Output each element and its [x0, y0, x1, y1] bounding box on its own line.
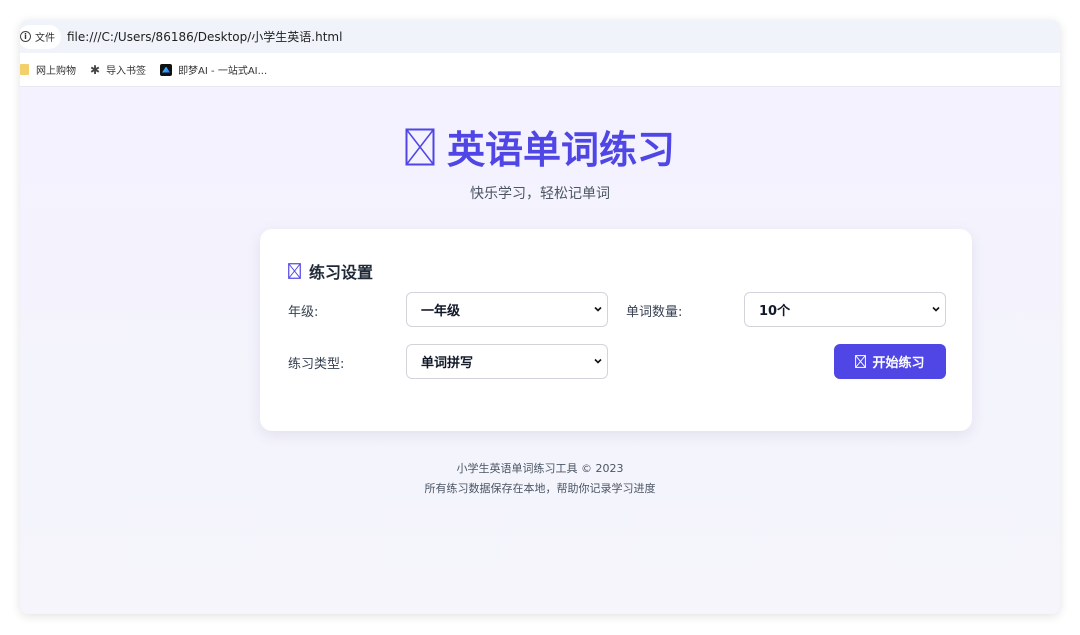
- count-label: 单词数量:: [626, 305, 683, 320]
- bookmarks-bar: 网上购物 ✱ 导入书签 即梦AI - 一站式AI...: [20, 53, 1060, 87]
- browser-window: i 文件 file:///C:/Users/86186/Desktop/小学生英…: [20, 20, 1060, 614]
- chevron-down-icon: [932, 306, 940, 312]
- page-footer: 小学生英语单词练习工具 © 2023 所有练习数据保存在本地，帮助你记录学习进度: [20, 459, 1060, 499]
- address-bar[interactable]: i 文件 file:///C:/Users/86186/Desktop/小学生英…: [20, 20, 1060, 53]
- type-label: 练习类型:: [288, 357, 345, 372]
- site-info-label: 文件: [35, 33, 55, 44]
- bookmark-label: 即梦AI - 一站式AI...: [178, 66, 268, 77]
- jimeng-icon: [160, 63, 173, 76]
- grade-select-value: 一年级: [421, 304, 461, 319]
- settings-title: 练习设置: [288, 259, 373, 283]
- gear-icon: ✱: [90, 62, 101, 77]
- type-select[interactable]: 单词拼写: [406, 344, 608, 379]
- missing-glyph-icon: [288, 263, 301, 279]
- chevron-down-icon: [594, 306, 602, 312]
- type-select-value: 单词拼写: [421, 356, 474, 371]
- bookmark-shopping[interactable]: 网上购物: [20, 62, 76, 77]
- grade-select[interactable]: 一年级: [406, 292, 608, 327]
- footer-line-2: 所有练习数据保存在本地，帮助你记录学习进度: [424, 482, 656, 495]
- footer-line-1: 小学生英语单词练习工具 © 2023: [456, 462, 624, 475]
- folder-icon: [20, 64, 29, 75]
- url-text[interactable]: file:///C:/Users/86186/Desktop/小学生英语.htm…: [67, 28, 342, 45]
- missing-glyph-icon: [855, 355, 867, 368]
- bookmark-label: 导入书签: [106, 66, 147, 77]
- start-practice-button[interactable]: 开始练习: [834, 344, 946, 379]
- bookmark-jimeng[interactable]: 即梦AI - 一站式AI...: [160, 62, 267, 77]
- settings-title-text: 练习设置: [309, 263, 374, 282]
- site-info-button[interactable]: i 文件: [20, 24, 61, 49]
- page-content: 英语单词练习 快乐学习，轻松记单词 练习设置 年级: 一年级 单词数量: 10个…: [20, 87, 1060, 614]
- page-title: 英语单词练习: [20, 119, 1060, 174]
- settings-card: 练习设置 年级: 一年级 单词数量: 10个 练习类型: 单词拼写 开始练习: [260, 229, 972, 431]
- grade-label: 年级:: [288, 305, 319, 320]
- bookmark-import[interactable]: ✱ 导入书签: [90, 62, 147, 78]
- start-practice-label: 开始练习: [872, 356, 925, 371]
- chevron-down-icon: [594, 358, 602, 364]
- page-subtitle: 快乐学习，轻松记单词: [470, 186, 610, 202]
- page-title-text: 英语单词练习: [446, 128, 675, 172]
- missing-glyph-icon: [405, 128, 435, 165]
- count-select[interactable]: 10个: [744, 292, 946, 327]
- info-icon: i: [20, 31, 31, 42]
- bookmark-label: 网上购物: [36, 66, 76, 77]
- count-select-value: 10个: [759, 304, 791, 319]
